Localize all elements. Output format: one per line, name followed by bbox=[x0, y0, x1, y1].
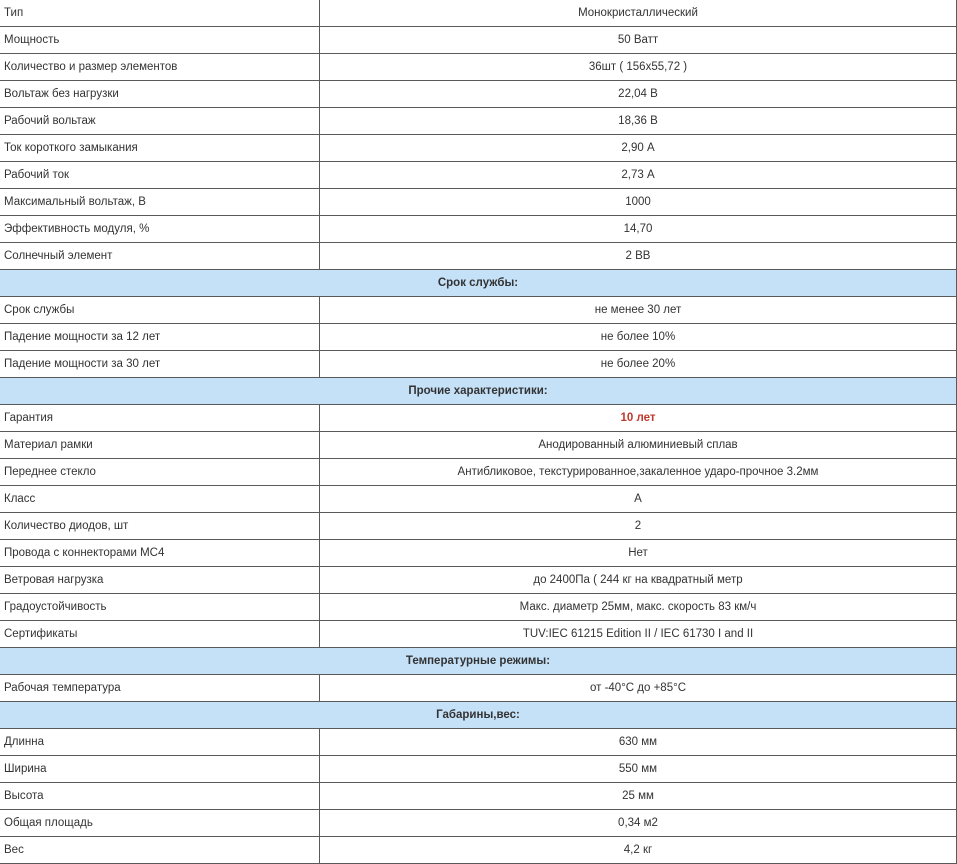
spec-label: Высота bbox=[0, 782, 320, 810]
table-row: Падение мощности за 30 лет не более 20% bbox=[0, 350, 957, 378]
spec-label: Мощность bbox=[0, 26, 320, 54]
spec-label: Ток короткого замыкания bbox=[0, 134, 320, 162]
spec-value: 630 мм bbox=[319, 728, 957, 756]
table-row: Длинна 630 мм bbox=[0, 728, 957, 756]
table-row: Срок службы не менее 30 лет bbox=[0, 296, 957, 324]
spec-value: Монокристаллический bbox=[319, 0, 957, 27]
table-row: Ток короткого замыкания 2,90 А bbox=[0, 134, 957, 162]
spec-value: Макс. диаметр 25мм, макс. скорость 83 км… bbox=[319, 593, 957, 621]
table-row: Рабочий ток 2,73 А bbox=[0, 161, 957, 189]
spec-value: 2 BB bbox=[319, 242, 957, 270]
spec-value: 0,34 м2 bbox=[319, 809, 957, 837]
section-header-row: Температурные режимы: bbox=[0, 647, 957, 675]
spec-value: 10 лет bbox=[319, 404, 957, 432]
spec-label: Длинна bbox=[0, 728, 320, 756]
spec-value: 550 мм bbox=[319, 755, 957, 783]
spec-value: A bbox=[319, 485, 957, 513]
spec-label: Общая площадь bbox=[0, 809, 320, 837]
table-row: Мощность 50 Ватт bbox=[0, 26, 957, 54]
spec-label: Материал рамки bbox=[0, 431, 320, 459]
table-row: Градоустойчивость Макс. диаметр 25мм, ма… bbox=[0, 593, 957, 621]
table-row: Вес 4,2 кг bbox=[0, 836, 957, 864]
spec-label: Сертификаты bbox=[0, 620, 320, 648]
table-row: Рабочая температура от -40°C до +85°C bbox=[0, 674, 957, 702]
spec-label: Тип bbox=[0, 0, 320, 27]
table-row: Переднее стекло Антибликовое, текстуриро… bbox=[0, 458, 957, 486]
table-row: Высота 25 мм bbox=[0, 782, 957, 810]
spec-label: Переднее стекло bbox=[0, 458, 320, 486]
section-title-temperature: Температурные режимы: bbox=[0, 647, 957, 675]
table-row: Вольтаж без нагрузки 22,04 В bbox=[0, 80, 957, 108]
spec-label: Провода с коннекторами MC4 bbox=[0, 539, 320, 567]
spec-value: 18,36 В bbox=[319, 107, 957, 135]
spec-value: Антибликовое, текстурированное,закаленно… bbox=[319, 458, 957, 486]
section-header-row: Габарины,вес: bbox=[0, 701, 957, 729]
table-row: Эффективность модуля, % 14,70 bbox=[0, 215, 957, 243]
spec-label: Количество диодов, шт bbox=[0, 512, 320, 540]
spec-value: Анодированный алюминиевый сплав bbox=[319, 431, 957, 459]
table-row: Гарантия 10 лет bbox=[0, 404, 957, 432]
spec-label: Рабочая температура bbox=[0, 674, 320, 702]
spec-value: 2,90 А bbox=[319, 134, 957, 162]
spec-label: Ширина bbox=[0, 755, 320, 783]
spec-value: не более 10% bbox=[319, 323, 957, 351]
table-row: Сертификаты TUV:IEC 61215 Edition II / I… bbox=[0, 620, 957, 648]
spec-label: Рабочий ток bbox=[0, 161, 320, 189]
table-row: Ветровая нагрузка до 2400Па ( 244 кг на … bbox=[0, 566, 957, 594]
table-row: Ширина 550 мм bbox=[0, 755, 957, 783]
table-row: Провода с коннекторами MC4 Нет bbox=[0, 539, 957, 567]
spec-value: 25 мм bbox=[319, 782, 957, 810]
spec-value: 50 Ватт bbox=[319, 26, 957, 54]
spec-value: 14,70 bbox=[319, 215, 957, 243]
table-row: Рабочий вольтаж 18,36 В bbox=[0, 107, 957, 135]
spec-label: Вес bbox=[0, 836, 320, 864]
table-row: Общая площадь 0,34 м2 bbox=[0, 809, 957, 837]
section-title-dimensions: Габарины,вес: bbox=[0, 701, 957, 729]
table-row: Класс A bbox=[0, 485, 957, 513]
section-header-row: Срок службы: bbox=[0, 269, 957, 297]
spec-label: Солнечный элемент bbox=[0, 242, 320, 270]
spec-value: 1000 bbox=[319, 188, 957, 216]
spec-label: Падение мощности за 12 лет bbox=[0, 323, 320, 351]
table-row: Тип Монокристаллический bbox=[0, 0, 957, 27]
spec-label: Рабочий вольтаж bbox=[0, 107, 320, 135]
table-row: Падение мощности за 12 лет не более 10% bbox=[0, 323, 957, 351]
spec-label: Ветровая нагрузка bbox=[0, 566, 320, 594]
section-title-lifetime: Срок службы: bbox=[0, 269, 957, 297]
specifications-table: Тип Монокристаллический Мощность 50 Ватт… bbox=[0, 0, 957, 864]
spec-value: 4,2 кг bbox=[319, 836, 957, 864]
spec-label: Гарантия bbox=[0, 404, 320, 432]
spec-value: 2 bbox=[319, 512, 957, 540]
spec-label: Максимальный вольтаж, В bbox=[0, 188, 320, 216]
section-header-row: Прочие характеристики: bbox=[0, 377, 957, 405]
spec-value: Нет bbox=[319, 539, 957, 567]
spec-label: Вольтаж без нагрузки bbox=[0, 80, 320, 108]
spec-label: Количество и размер элементов bbox=[0, 53, 320, 81]
spec-label: Падение мощности за 30 лет bbox=[0, 350, 320, 378]
spec-label: Эффективность модуля, % bbox=[0, 215, 320, 243]
spec-value: не менее 30 лет bbox=[319, 296, 957, 324]
table-row: Количество и размер элементов 36шт ( 156… bbox=[0, 53, 957, 81]
spec-value: от -40°C до +85°C bbox=[319, 674, 957, 702]
spec-value: 36шт ( 156x55,72 ) bbox=[319, 53, 957, 81]
spec-label: Класс bbox=[0, 485, 320, 513]
table-row: Максимальный вольтаж, В 1000 bbox=[0, 188, 957, 216]
section-title-other: Прочие характеристики: bbox=[0, 377, 957, 405]
table-row: Количество диодов, шт 2 bbox=[0, 512, 957, 540]
spec-value: 2,73 А bbox=[319, 161, 957, 189]
table-row: Солнечный элемент 2 BB bbox=[0, 242, 957, 270]
spec-label: Срок службы bbox=[0, 296, 320, 324]
spec-value: не более 20% bbox=[319, 350, 957, 378]
spec-label: Градоустойчивость bbox=[0, 593, 320, 621]
spec-value: TUV:IEC 61215 Edition II / IEC 61730 I a… bbox=[319, 620, 957, 648]
warranty-value: 10 лет bbox=[620, 412, 656, 424]
spec-value: 22,04 В bbox=[319, 80, 957, 108]
table-row: Материал рамки Анодированный алюминиевый… bbox=[0, 431, 957, 459]
spec-value: до 2400Па ( 244 кг на квадратный метр bbox=[319, 566, 957, 594]
